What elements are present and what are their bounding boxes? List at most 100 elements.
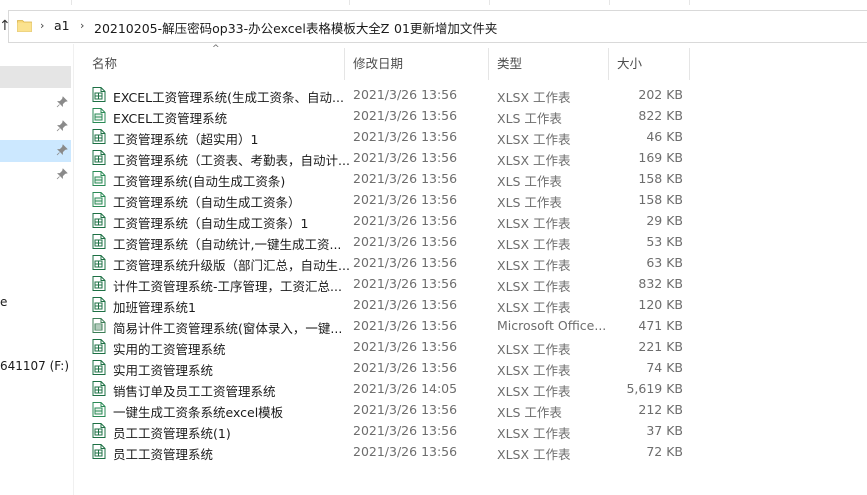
file-size: 158 KB bbox=[638, 171, 683, 186]
file-type: XLSX 工作表 bbox=[497, 258, 571, 273]
file-row[interactable]: 简易计件工资管理系统(窗体录入，一键... 2021/3/26 13:56 Micr… bbox=[86, 315, 686, 336]
pin-icon[interactable] bbox=[56, 96, 68, 108]
file-size: 72 KB bbox=[646, 444, 683, 459]
file-name: EXCEL工资管理系统 bbox=[113, 111, 228, 126]
xls-file-icon bbox=[92, 402, 106, 417]
file-row[interactable]: 员工工资管理系统 2021/3/26 13:56 XLSX 工作表 72 KB bbox=[86, 441, 686, 462]
file-type: XLSX 工作表 bbox=[497, 300, 571, 315]
xlsx-file-icon bbox=[92, 360, 106, 375]
breadcrumb-separator: › bbox=[40, 19, 45, 32]
file-type: XLSX 工作表 bbox=[497, 153, 571, 168]
file-row[interactable]: 工资管理系统(自动生成工资条) 2021/3/26 13:56 XLS 工作表 158… bbox=[86, 168, 686, 189]
file-type: XLSX 工作表 bbox=[497, 279, 571, 294]
address-bar[interactable]: ↑ › a1 › 20210205-解压密码op33-办公excel表格模板大全… bbox=[0, 10, 867, 44]
file-modified-date: 2021/3/26 13:56 bbox=[353, 255, 458, 270]
file-size: 471 KB bbox=[638, 318, 683, 333]
file-type: Microsoft Office... bbox=[497, 318, 607, 333]
file-size: 822 KB bbox=[638, 108, 683, 123]
xlsm-file-icon bbox=[92, 318, 106, 333]
pane-splitter[interactable] bbox=[73, 44, 74, 495]
file-row[interactable]: EXCEL工资管理系统(生成工资条、自动... 2021/3/26 13:56 XL… bbox=[86, 84, 686, 105]
folder-icon bbox=[17, 20, 32, 32]
breadcrumb-item[interactable]: 01更新增加文件夹 bbox=[394, 18, 497, 37]
file-name: 工资管理系统(自动生成工资条) bbox=[113, 174, 286, 189]
column-header-date[interactable]: 修改日期 bbox=[345, 48, 489, 80]
file-size: 202 KB bbox=[638, 87, 683, 102]
file-name: 工资管理系统（自动生成工资条）1 bbox=[113, 216, 309, 231]
column-header-size[interactable]: 大小 bbox=[609, 48, 690, 80]
breadcrumb-separator: › bbox=[380, 19, 385, 32]
file-name: 计件工资管理系统-工序管理，工资汇总... bbox=[113, 279, 342, 294]
breadcrumb-item[interactable]: a1 bbox=[54, 18, 70, 33]
file-type: XLSX 工作表 bbox=[497, 447, 571, 462]
file-name: 加班管理系统1 bbox=[113, 300, 196, 315]
file-size: 46 KB bbox=[646, 129, 683, 144]
file-type: XLS 工作表 bbox=[497, 111, 562, 126]
file-modified-date: 2021/3/26 13:56 bbox=[353, 171, 458, 186]
xlsx-file-icon bbox=[92, 423, 106, 438]
column-header-type[interactable]: 类型 bbox=[489, 48, 609, 80]
file-row[interactable]: 加班管理系统1 2021/3/26 13:56 XLSX 工作表 120 KB bbox=[86, 294, 686, 315]
xls-file-icon bbox=[92, 171, 106, 186]
breadcrumb-item[interactable]: 20210205-解压密码op33-办公excel表格模板大全Z bbox=[94, 18, 389, 37]
file-name: 工资管理系统（自动统计,一键生成工资... bbox=[113, 237, 342, 252]
xlsx-file-icon bbox=[92, 213, 106, 228]
file-size: 37 KB bbox=[646, 423, 683, 438]
pin-icon[interactable] bbox=[56, 168, 68, 180]
file-row[interactable]: 工资管理系统升级版（部门汇总，自动生... 2021/3/26 13:56 XLSX… bbox=[86, 252, 686, 273]
file-row[interactable]: 工资管理系统（工资表、考勤表，自动计... 2021/3/26 13:56 XLSX… bbox=[86, 147, 686, 168]
file-row[interactable]: 计件工资管理系统-工序管理，工资汇总... 2021/3/26 13:56 XLSX… bbox=[86, 273, 686, 294]
file-type: XLS 工作表 bbox=[497, 195, 562, 210]
xls-file-icon bbox=[92, 192, 106, 207]
file-modified-date: 2021/3/26 13:56 bbox=[353, 423, 458, 438]
file-type: XLSX 工作表 bbox=[497, 216, 571, 231]
file-size: 832 KB bbox=[638, 276, 683, 291]
file-type: XLSX 工作表 bbox=[497, 90, 571, 105]
pin-icon[interactable] bbox=[56, 144, 68, 156]
xlsx-file-icon bbox=[92, 150, 106, 165]
file-row[interactable]: 销售订单及员工工资管理系统 2021/3/26 14:05 XLSX 工作表 5,61… bbox=[86, 378, 686, 399]
file-name: 工资管理系统（自动生成工资条） bbox=[113, 195, 301, 210]
nav-item-hover[interactable] bbox=[0, 66, 71, 88]
file-modified-date: 2021/3/26 13:56 bbox=[353, 402, 458, 417]
top-strip-segment bbox=[349, 0, 490, 5]
file-row[interactable]: 工资管理系统（自动生成工资条） 2021/3/26 13:56 XLS 工作表 158… bbox=[86, 189, 686, 210]
file-name: EXCEL工资管理系统(生成工资条、自动... bbox=[113, 90, 344, 105]
file-modified-date: 2021/3/26 13:56 bbox=[353, 129, 458, 144]
xlsx-file-icon bbox=[92, 234, 106, 249]
file-modified-date: 2021/3/26 13:56 bbox=[353, 213, 458, 228]
file-row[interactable]: 员工工资管理系统(1) 2021/3/26 13:56 XLSX 工作表 37 KB bbox=[86, 420, 686, 441]
nav-item-drive-label[interactable]: 641107 (F:) bbox=[0, 359, 69, 373]
file-row[interactable]: 实用工资管理系统 2021/3/26 13:56 XLSX 工作表 74 KB bbox=[86, 357, 686, 378]
file-row[interactable]: 工资管理系统（超实用）1 2021/3/26 13:56 XLSX 工作表 46 KB bbox=[86, 126, 686, 147]
file-type: XLS 工作表 bbox=[497, 174, 562, 189]
xlsx-file-icon bbox=[92, 276, 106, 291]
breadcrumb-separator: › bbox=[80, 19, 85, 32]
file-name: 工资管理系统升级版（部门汇总，自动生... bbox=[113, 258, 350, 273]
file-row[interactable]: EXCEL工资管理系统 2021/3/26 13:56 XLS 工作表 822 KB bbox=[86, 105, 686, 126]
file-modified-date: 2021/3/26 13:56 bbox=[353, 318, 458, 333]
navigation-pane[interactable]: e 641107 (F:) bbox=[0, 44, 74, 495]
column-header-name[interactable]: 名称 bbox=[84, 48, 345, 80]
xlsx-file-icon bbox=[92, 381, 106, 396]
xlsx-file-icon bbox=[92, 129, 106, 144]
file-row[interactable]: 工资管理系统（自动生成工资条）1 2021/3/26 13:56 XLSX 工作表 2… bbox=[86, 210, 686, 231]
file-name: 简易计件工资管理系统(窗体录入，一键... bbox=[113, 321, 343, 336]
xlsx-file-icon bbox=[92, 444, 106, 459]
top-strip-segment bbox=[489, 0, 610, 5]
xlsx-file-icon bbox=[92, 339, 106, 354]
file-row[interactable]: 工资管理系统（自动统计,一键生成工资... 2021/3/26 13:56 XLSX… bbox=[86, 231, 686, 252]
file-type: XLSX 工作表 bbox=[497, 132, 571, 147]
file-name: 一键生成工资条系统excel模板 bbox=[113, 405, 284, 420]
file-row[interactable]: 实用的工资管理系统 2021/3/26 13:56 XLSX 工作表 221 KB bbox=[86, 336, 686, 357]
xlsx-file-icon bbox=[92, 87, 106, 102]
file-type: XLSX 工作表 bbox=[497, 237, 571, 252]
file-size: 158 KB bbox=[638, 192, 683, 207]
top-strip-segment bbox=[609, 0, 690, 5]
file-modified-date: 2021/3/26 14:05 bbox=[353, 381, 458, 396]
file-size: 63 KB bbox=[646, 255, 683, 270]
file-row[interactable]: 一键生成工资条系统excel模板 2021/3/26 13:56 XLS 工作表 21… bbox=[86, 399, 686, 420]
file-modified-date: 2021/3/26 13:56 bbox=[353, 108, 458, 123]
pin-icon[interactable] bbox=[56, 120, 68, 132]
nav-item-label[interactable]: e bbox=[0, 295, 7, 309]
